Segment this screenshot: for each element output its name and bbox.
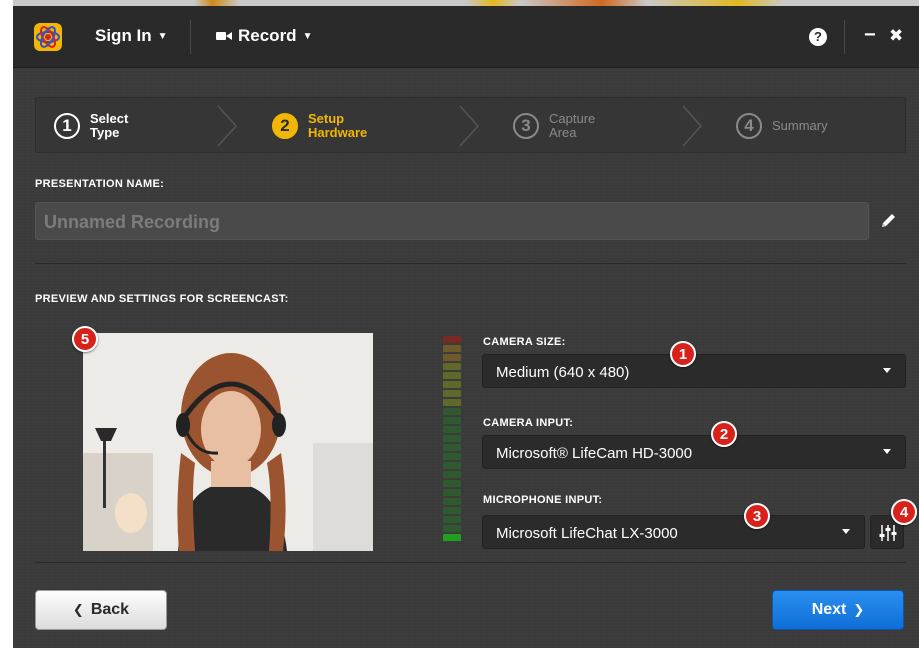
meter-segment — [443, 435, 461, 442]
presentation-name-input[interactable]: Unnamed Recording — [35, 202, 869, 240]
presentation-name-label: PRESENTATION NAME: — [35, 178, 165, 190]
meter-segment — [443, 525, 461, 532]
meter-segment — [443, 471, 461, 478]
audio-level-meter — [443, 336, 461, 543]
meter-segment — [443, 417, 461, 424]
sign-in-label: Sign In — [95, 26, 152, 45]
step-number: 2 — [272, 113, 298, 139]
pencil-icon[interactable] — [879, 212, 897, 230]
title-separator — [190, 20, 191, 54]
divider — [35, 263, 906, 264]
next-button[interactable]: Next ❯ — [772, 590, 904, 630]
divider — [35, 562, 906, 563]
chevron-right-icon — [682, 105, 703, 147]
app-logo-icon — [34, 23, 62, 51]
chevron-down-icon — [842, 529, 850, 534]
preview-settings-label: PREVIEW AND SETTINGS FOR SCREENCAST: — [35, 293, 289, 305]
camera-size-value: Medium (640 x 480) — [496, 364, 630, 381]
back-button[interactable]: ❮ Back — [35, 590, 167, 630]
webcam-preview — [83, 333, 373, 551]
step-number: 3 — [513, 113, 539, 139]
meter-segment — [443, 390, 461, 397]
video-camera-icon — [216, 32, 232, 40]
chevron-right-icon: ❯ — [853, 602, 865, 617]
step-capture-area[interactable]: 3 Capture Area — [513, 98, 595, 154]
title-separator — [844, 20, 845, 54]
callout-badge-1: 1 — [670, 341, 696, 367]
camera-input-dropdown[interactable]: Microsoft® LifeCam HD-3000 — [482, 435, 906, 469]
meter-segment — [443, 363, 461, 370]
help-icon[interactable]: ? — [809, 28, 827, 46]
step-select-type[interactable]: 1 Select Type — [54, 98, 128, 154]
chevron-down-icon — [883, 449, 891, 454]
back-label: Back — [90, 601, 130, 618]
camera-input-value: Microsoft® LifeCam HD-3000 — [496, 445, 693, 462]
microphone-input-dropdown[interactable]: Microsoft LifeChat LX-3000 — [482, 515, 865, 549]
callout-badge-4: 4 — [891, 499, 917, 525]
step-label: Capture Area — [549, 111, 596, 140]
step-summary[interactable]: 4 Summary — [736, 98, 828, 154]
meter-segment — [443, 498, 461, 505]
callout-badge-3: 3 — [744, 503, 770, 529]
camera-size-label: CAMERA SIZE: — [483, 336, 566, 348]
meter-segment — [443, 408, 461, 415]
record-label: Record — [238, 26, 297, 45]
step-label: Select Type — [90, 111, 129, 140]
title-bar: Sign In ▼ Record ▼ ? − ✖ — [13, 6, 919, 68]
meter-segment — [443, 354, 461, 361]
close-button[interactable]: ✖ — [889, 26, 903, 46]
meter-segment — [443, 480, 461, 487]
webcam-image — [83, 333, 373, 551]
meter-segment — [443, 399, 461, 406]
callout-badge-2: 2 — [711, 421, 737, 447]
microphone-input-label: MICROPHONE INPUT: — [483, 494, 603, 506]
next-label: Next — [811, 601, 847, 618]
camera-input-label: CAMERA INPUT: — [483, 417, 574, 429]
minimize-button[interactable]: − — [864, 24, 876, 47]
record-menu[interactable]: Record ▼ — [216, 26, 312, 46]
chevron-right-icon — [459, 105, 480, 147]
meter-segment — [443, 372, 461, 379]
meter-segment — [443, 381, 461, 388]
chevron-down-icon: ▼ — [157, 30, 168, 42]
step-label: Summary — [772, 118, 828, 133]
wizard-steps: 1 Select Type 2 Setup Hardware 3 Capture Ar… — [35, 97, 906, 153]
chevron-down-icon — [883, 368, 891, 373]
chevron-down-icon: ▼ — [302, 30, 313, 42]
chevron-left-icon: ❮ — [72, 602, 84, 617]
callout-badge-5: 5 — [72, 326, 98, 352]
meter-segment — [443, 534, 461, 541]
sign-in-menu[interactable]: Sign In ▼ — [95, 26, 168, 46]
meter-segment — [443, 444, 461, 451]
meter-segment — [443, 426, 461, 433]
meter-segment — [443, 345, 461, 352]
chevron-right-icon — [217, 105, 238, 147]
meter-segment — [443, 462, 461, 469]
meter-segment — [443, 453, 461, 460]
meter-segment — [443, 489, 461, 496]
app-window: Sign In ▼ Record ▼ ? − ✖ 1 Select Type 2 … — [13, 6, 919, 648]
step-number: 1 — [54, 113, 80, 139]
step-setup-hardware[interactable]: 2 Setup Hardware — [272, 98, 367, 154]
microphone-input-value: Microsoft LifeChat LX-3000 — [496, 525, 678, 542]
meter-segment — [443, 336, 461, 343]
meter-segment — [443, 516, 461, 523]
meter-segment — [443, 507, 461, 514]
step-label: Setup Hardware — [308, 111, 368, 140]
step-number: 4 — [736, 113, 762, 139]
